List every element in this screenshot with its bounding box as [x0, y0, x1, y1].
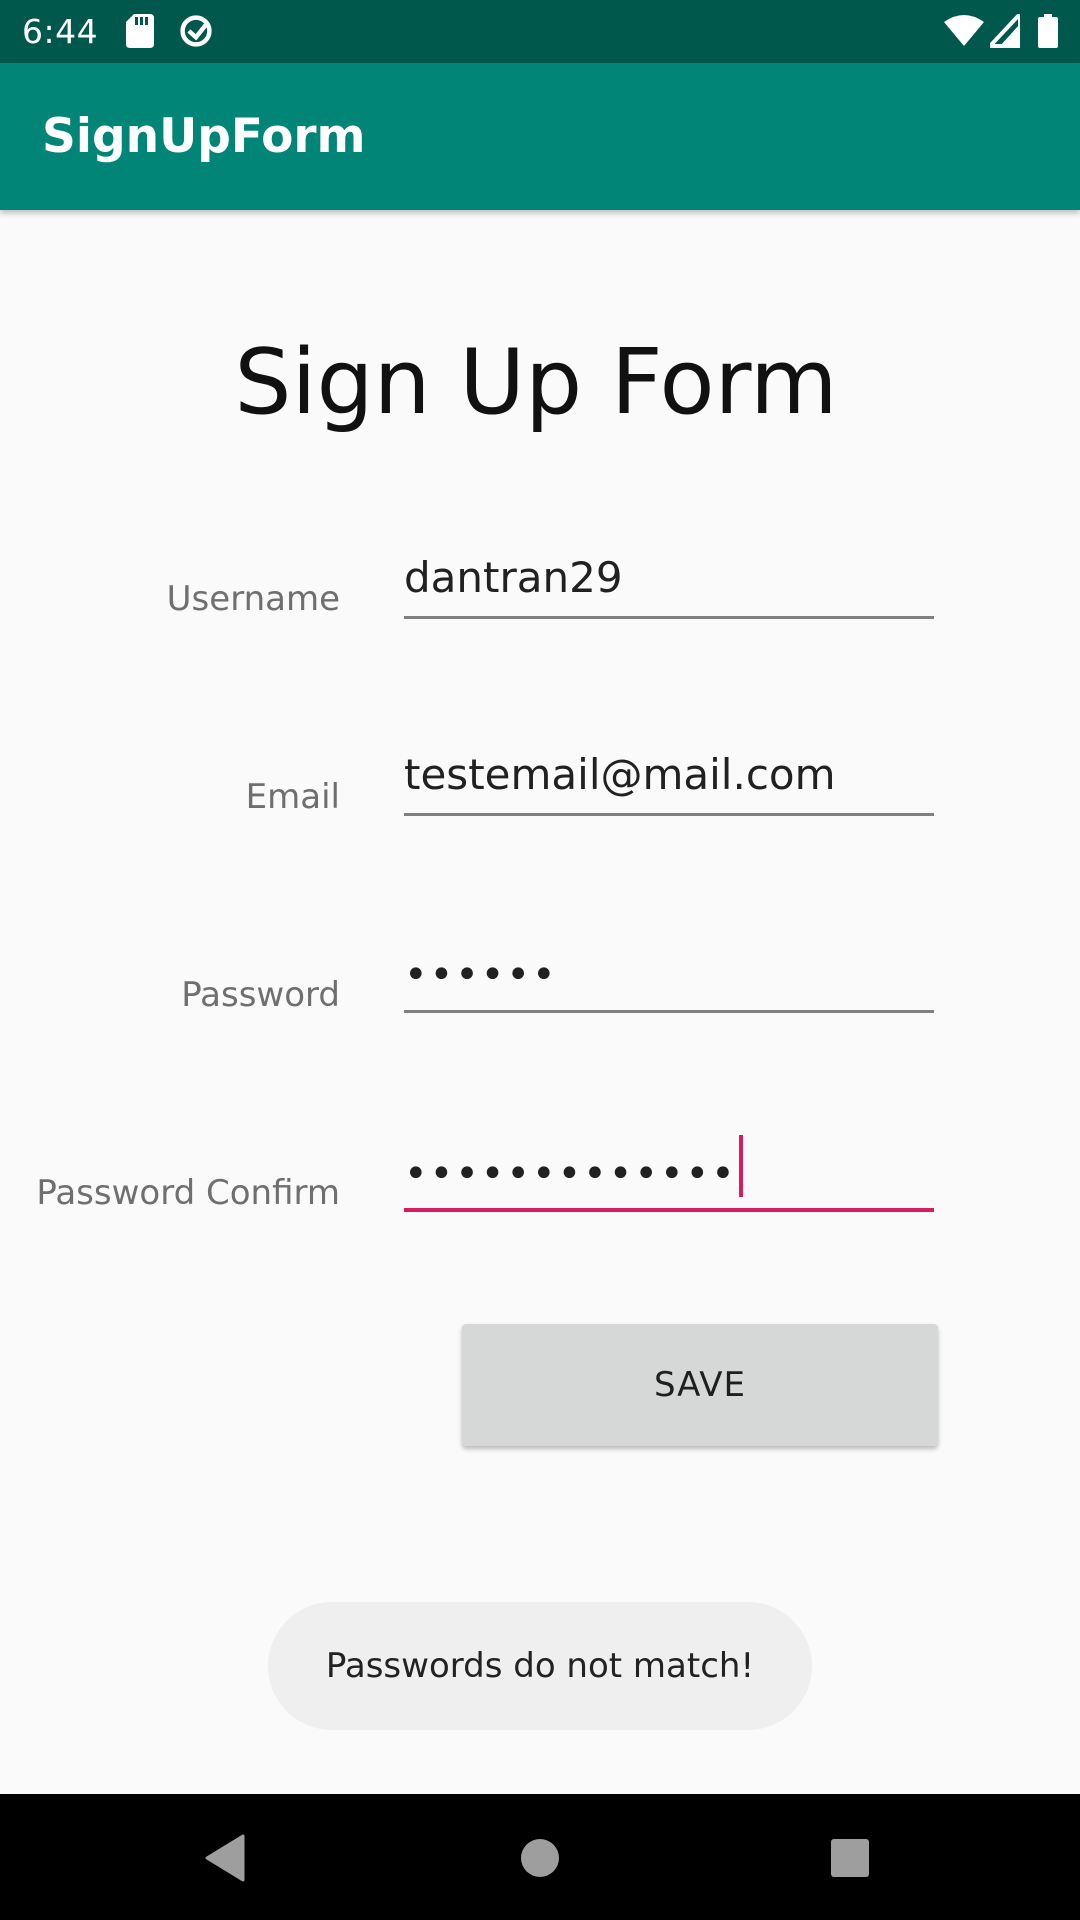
password-confirm-label: Password Confirm	[36, 1173, 340, 1213]
password-confirm-value: •••••••••••••	[404, 1151, 737, 1197]
wifi-icon	[944, 15, 984, 46]
toast-message: Passwords do not match!	[268, 1602, 812, 1730]
app-bar: SignUpForm	[0, 63, 1080, 210]
email-value: testemail@mail.com	[404, 750, 836, 799]
username-label: Username	[166, 579, 340, 619]
back-button[interactable]	[183, 1816, 267, 1900]
app-title: SignUpForm	[42, 109, 366, 164]
password-value: ••••••	[404, 952, 558, 998]
username-input[interactable]: dantran29	[404, 553, 934, 619]
form-heading: Sign Up Form	[234, 330, 838, 435]
recents-icon	[831, 1839, 869, 1877]
password-confirm-value-wrap: •••••••••••••	[404, 1135, 743, 1199]
save-button[interactable]: SAVE	[462, 1324, 938, 1446]
username-value: dantran29	[404, 553, 623, 602]
home-icon	[521, 1839, 559, 1877]
nav-bar	[0, 1794, 1080, 1920]
recents-button[interactable]	[808, 1816, 892, 1900]
battery-icon	[1038, 14, 1058, 48]
back-icon	[205, 1834, 245, 1882]
sd-card-icon	[126, 14, 154, 48]
status-bar: 6:44	[0, 0, 1080, 63]
email-input[interactable]: testemail@mail.com	[404, 750, 934, 816]
status-time: 6:44	[22, 12, 99, 51]
signal-icon	[990, 14, 1020, 48]
password-confirm-input[interactable]: •••••••••••••	[404, 1135, 934, 1212]
text-cursor	[738, 1135, 743, 1197]
sync-icon	[180, 15, 212, 47]
email-label: Email	[245, 777, 340, 817]
password-label: Password	[181, 975, 340, 1015]
password-input[interactable]: ••••••	[404, 947, 934, 1013]
home-button[interactable]	[498, 1816, 582, 1900]
